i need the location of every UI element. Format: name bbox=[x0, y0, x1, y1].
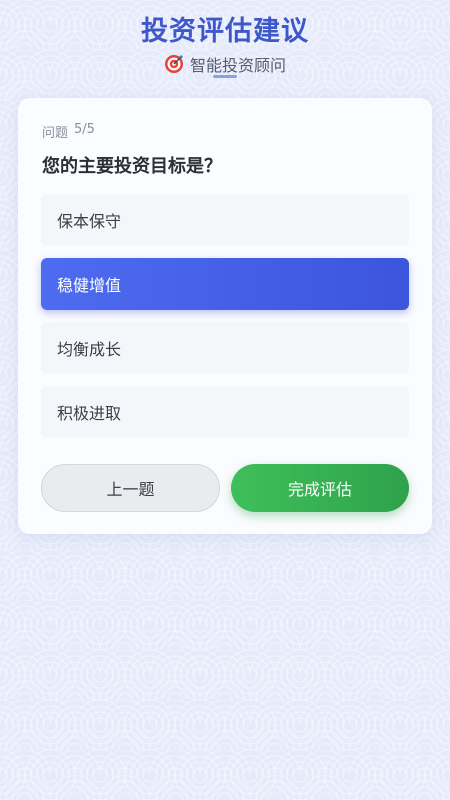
progress-value: 5/5 bbox=[74, 122, 95, 137]
question-text: 您的主要投资目标是？ bbox=[42, 156, 222, 177]
subtitle-text: 智能投资顾问 bbox=[189, 56, 286, 75]
question-card: 问题 5/5 您的主要投资目标是？ 保本保守 稳健增值 均衡成长 积极进取 上一… bbox=[18, 98, 432, 534]
option-label: 保本保守 bbox=[57, 212, 122, 231]
previous-button-label: 上一题 bbox=[106, 480, 155, 499]
finish-assessment-button[interactable]: 完成评估 bbox=[231, 464, 409, 512]
option-label: 均衡成长 bbox=[57, 340, 122, 359]
previous-question-button[interactable]: 上一题 bbox=[41, 464, 220, 512]
target-icon bbox=[164, 55, 183, 73]
subtitle-underline bbox=[213, 75, 237, 78]
question-progress: 问题 5/5 bbox=[42, 122, 95, 141]
option-steady-growth[interactable]: 稳健增值 bbox=[41, 258, 409, 310]
option-label: 稳健增值 bbox=[57, 276, 122, 295]
option-balanced-growth[interactable]: 均衡成长 bbox=[41, 322, 409, 374]
header: 投资评估建议 智能投资顾问 bbox=[0, 0, 450, 90]
progress-label: 问题 bbox=[42, 126, 69, 141]
option-label: 积极进取 bbox=[57, 404, 122, 423]
subtitle: 智能投资顾问 bbox=[0, 52, 450, 76]
option-preserve-capital[interactable]: 保本保守 bbox=[41, 194, 409, 246]
page-title: 投资评估建议 bbox=[141, 16, 309, 47]
option-aggressive[interactable]: 积极进取 bbox=[41, 386, 409, 438]
finish-button-label: 完成评估 bbox=[287, 480, 352, 499]
